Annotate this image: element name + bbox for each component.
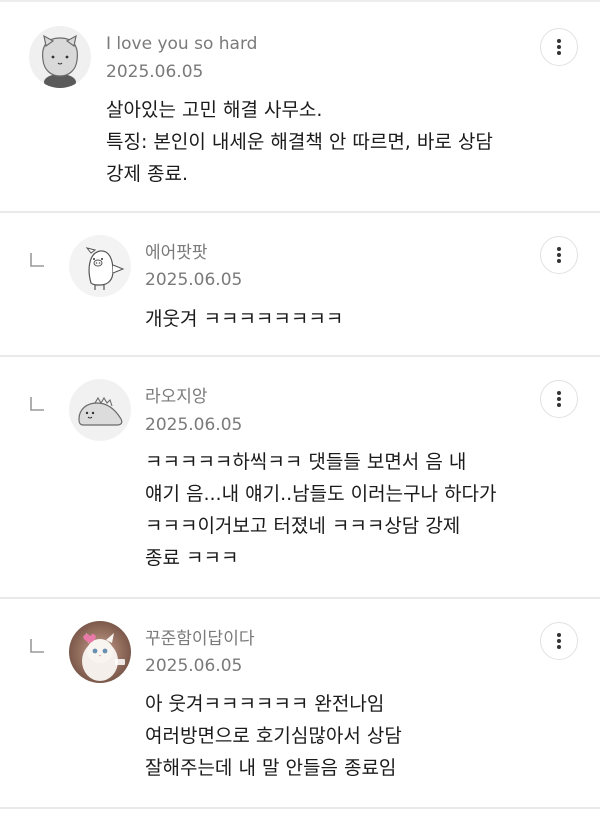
comment-body: ㅋㅋㅋㅋㅋ하씩ㅋㅋ 댓들들 보면서 음 내 얘기 음...내 얘기..남들도 이… bbox=[145, 446, 497, 574]
more-options-button[interactable] bbox=[540, 236, 578, 274]
white-cat-photo-avatar[interactable] bbox=[69, 621, 131, 683]
reply-arrow-icon bbox=[30, 397, 44, 411]
more-vertical-icon bbox=[557, 247, 561, 263]
more-vertical-icon bbox=[557, 39, 561, 55]
comment-body: 개웃겨 ㅋㅋㅋㅋㅋㅋㅋㅋ bbox=[145, 303, 343, 335]
comment-author[interactable]: 라오지앙 bbox=[145, 387, 208, 407]
comment-line: 잘해주는데 내 말 안들음 종료임 bbox=[145, 757, 397, 779]
more-vertical-icon bbox=[557, 633, 561, 649]
more-vertical-icon bbox=[557, 391, 561, 407]
comment-line: ㅋㅋㅋㅋㅋ하씩ㅋㅋ 댓들들 보면서 음 내 bbox=[145, 451, 467, 473]
comment-date: 2025.06.05 bbox=[145, 656, 243, 676]
comment-line: 얘기 음...내 얘기..남들도 이러는구나 하다가 bbox=[145, 483, 497, 505]
comment-author[interactable]: 에어팟팟 bbox=[145, 243, 208, 263]
pig-doodle-avatar[interactable] bbox=[69, 235, 131, 297]
comment-line: 개웃겨 ㅋㅋㅋㅋㅋㅋㅋㅋ bbox=[145, 308, 344, 330]
comment-item: I love you so hard 2025.06.05 살아있는 고민 해결… bbox=[0, 2, 600, 213]
comment-author[interactable]: I love you so hard bbox=[106, 34, 257, 54]
comment-line: 여러방면으로 호기심많아서 상담 bbox=[145, 725, 402, 747]
more-options-button[interactable] bbox=[540, 28, 578, 66]
reply-arrow-icon bbox=[30, 639, 44, 653]
comment-line: 살아있는 고민 해결 사무소. bbox=[106, 99, 323, 121]
comment-author[interactable]: 꾸준함이답이다 bbox=[145, 629, 254, 649]
comment-date: 2025.06.05 bbox=[145, 415, 243, 435]
comment-body: 아 웃겨ㅋㅋㅋㅋㅋㅋ 완전나임 여러방면으로 호기심많아서 상담 잘해주는데 내… bbox=[145, 688, 402, 784]
comment-line: 아 웃겨ㅋㅋㅋㅋㅋㅋ 완전나임 bbox=[145, 693, 385, 715]
comment-body: 살아있는 고민 해결 사무소. 특징: 본인이 내세운 해결책 안 따르면, 바… bbox=[106, 94, 493, 190]
comment-line: 강제 종료. bbox=[106, 163, 188, 185]
comment-line: ㅋㅋㅋ이거보고 터졌네 ㅋㅋㅋ상담 강제 bbox=[145, 515, 461, 537]
reply-item: 에어팟팟 2025.06.05 개웃겨 ㅋㅋㅋㅋㅋㅋㅋㅋ bbox=[0, 213, 600, 357]
comment-date: 2025.06.05 bbox=[145, 270, 243, 290]
reply-arrow-icon bbox=[30, 253, 44, 267]
dinosaur-doodle-avatar[interactable] bbox=[69, 379, 131, 441]
comment-line: 종료 ㅋㅋㅋ bbox=[145, 547, 239, 569]
more-options-button[interactable] bbox=[540, 622, 578, 660]
reply-item: 라오지앙 2025.06.05 ㅋㅋㅋㅋㅋ하씩ㅋㅋ 댓들들 보면서 음 내 얘기… bbox=[0, 357, 600, 599]
reply-item: 꾸준함이답이다 2025.06.05 아 웃겨ㅋㅋㅋㅋㅋㅋ 완전나임 여러방면으… bbox=[0, 599, 600, 809]
comment-line: 특징: 본인이 내세운 해결책 안 따르면, 바로 상담 bbox=[106, 131, 493, 153]
cat-face-avatar[interactable] bbox=[29, 26, 91, 88]
more-options-button[interactable] bbox=[540, 380, 578, 418]
comment-date: 2025.06.05 bbox=[106, 62, 204, 82]
